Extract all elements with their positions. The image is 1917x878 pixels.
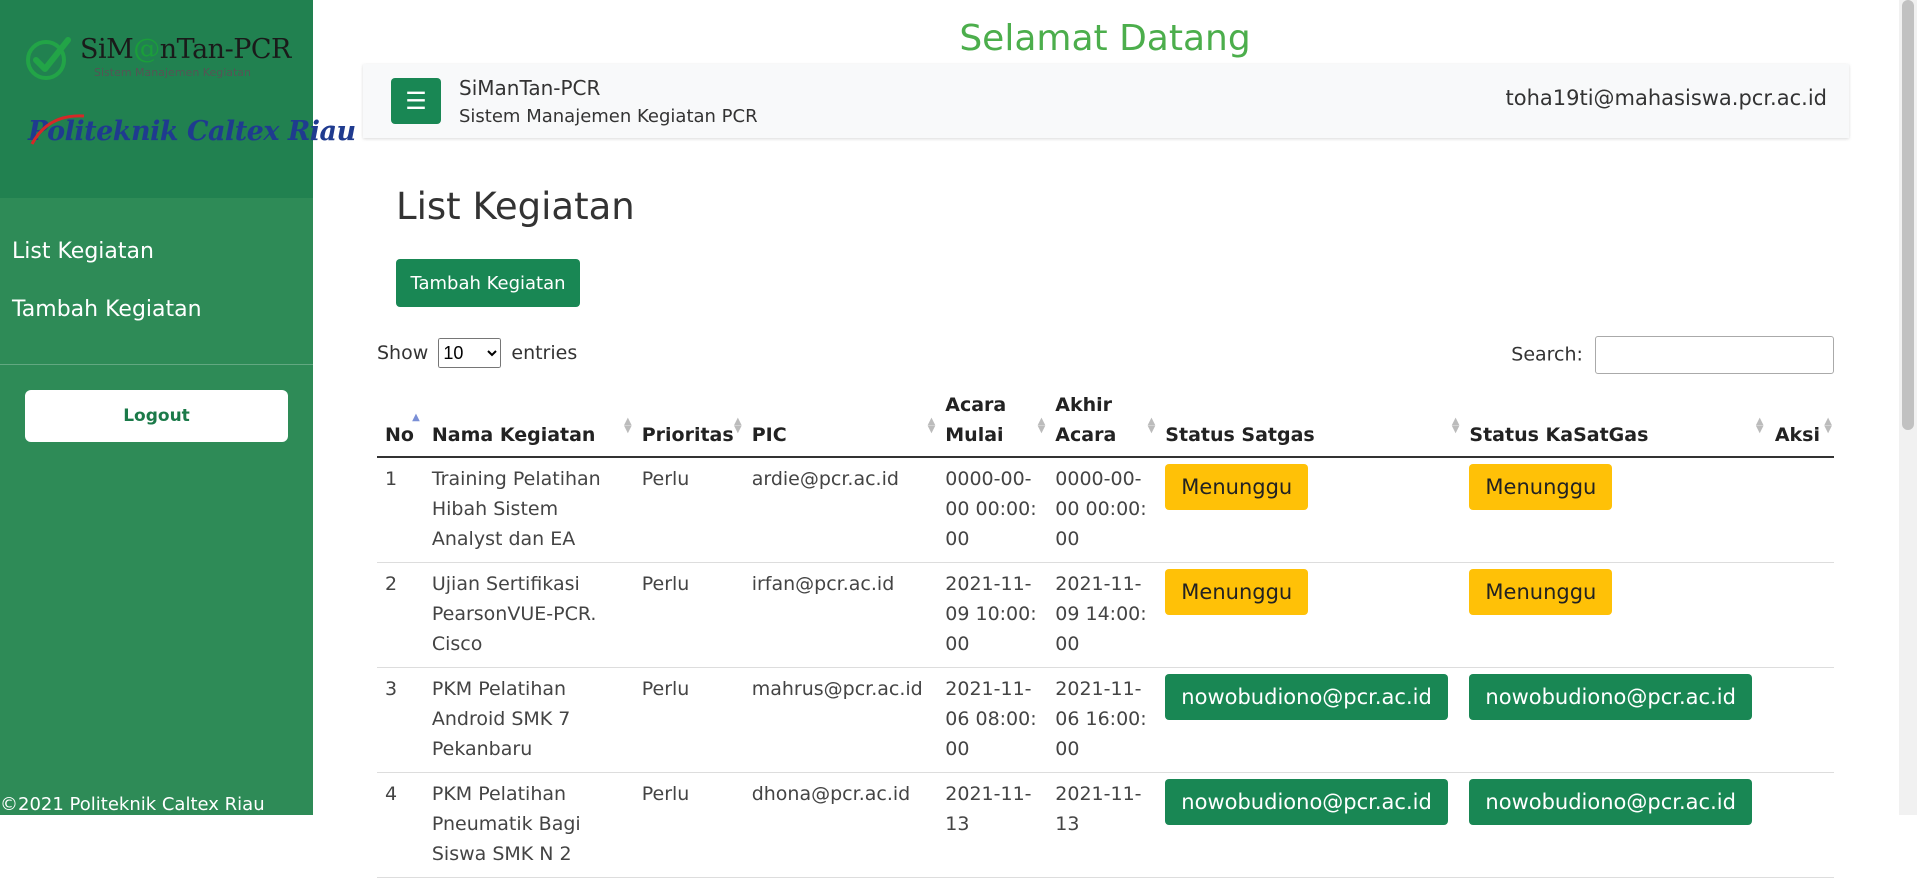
- entries-label: entries: [511, 342, 578, 364]
- cell-pic: dhona@pcr.ac.id: [743, 772, 938, 878]
- cell-no: 2: [377, 562, 424, 668]
- table-row: 4 PKM Pelatihan Pneumatik Bagi Siswa SMK …: [377, 772, 1834, 878]
- cell-akhir-acara: 2021-11-06 16:00:00: [1047, 667, 1158, 773]
- cell-status-kasatgas: Menunggu: [1461, 457, 1766, 563]
- sidebar-item-list-kegiatan[interactable]: List Kegiatan: [0, 233, 313, 291]
- show-label: Show: [377, 342, 429, 364]
- search-control: Search:: [1511, 336, 1834, 374]
- institution-logo: Politeknik Caltex Riau: [28, 114, 356, 147]
- status-badge[interactable]: Menunggu: [1469, 464, 1613, 510]
- column-header-nama[interactable]: Nama Kegiatan ▲ ▼: [423, 390, 634, 458]
- column-header-akhir-acara[interactable]: Akhir Acara ▲ ▼: [1047, 390, 1158, 458]
- status-badge[interactable]: nowobudiono@pcr.ac.id: [1469, 674, 1752, 720]
- welcome-heading: Selamat Datang: [959, 18, 1251, 59]
- sort-icon: ▲ ▼: [1037, 416, 1046, 435]
- cell-nama-kegiatan: Ujian Sertifikasi PearsonVUE-PCR. Cisco: [423, 562, 634, 668]
- status-badge[interactable]: Menunggu: [1469, 569, 1613, 615]
- column-header-status-kasatgas[interactable]: Status KaSatGas ▲ ▼: [1461, 390, 1766, 458]
- cell-nama-kegiatan: Training Pelatihan Hibah Sistem Analyst …: [423, 457, 634, 563]
- sort-icon: ▲ ▼: [1824, 416, 1832, 435]
- scrollbar-thumb[interactable]: [1902, 0, 1914, 430]
- brand-name: SiM@nTan-PCR: [80, 34, 291, 65]
- table-header-row: No ▲ Nama Kegiatan ▲ ▼ Prioritas ▲ ▼ PIC ▲ ▼ Ac…: [377, 390, 1834, 458]
- copyright-text: ©2021 Politeknik Caltex Riau: [0, 794, 265, 815]
- app-subtitle: Sistem Manajemen Kegiatan PCR: [459, 106, 758, 127]
- cell-prioritas: Perlu: [633, 562, 744, 668]
- tambah-kegiatan-button[interactable]: Tambah Kegiatan: [396, 259, 580, 307]
- simantan-logo: SiM@nTan-PCR Sistem Manajemen Kegiatan: [24, 30, 291, 86]
- search-input[interactable]: [1595, 336, 1834, 374]
- page-title: List Kegiatan: [396, 185, 635, 228]
- sort-icon: ▲ ▼: [734, 416, 742, 435]
- column-header-status-satgas[interactable]: Status Satgas ▲ ▼: [1157, 390, 1462, 458]
- table-row: 2 Ujian Sertifikasi PearsonVUE-PCR. Cisco…: [377, 562, 1834, 668]
- cell-aksi: [1765, 562, 1834, 668]
- cell-status-satgas: Menunggu: [1157, 562, 1462, 668]
- cell-akhir-acara: 0000-00-00 00:00:00: [1047, 457, 1158, 563]
- cell-akhir-acara: 2021-11-09 14:00:00: [1047, 562, 1158, 668]
- cell-no: 3: [377, 667, 424, 773]
- cell-status-kasatgas: Menunggu: [1461, 562, 1766, 668]
- column-header-aksi[interactable]: Aksi ▲ ▼: [1765, 390, 1834, 458]
- cell-status-kasatgas: nowobudiono@pcr.ac.id: [1461, 667, 1766, 773]
- kegiatan-table: No ▲ Nama Kegiatan ▲ ▼ Prioritas ▲ ▼ PIC ▲ ▼ Ac…: [377, 390, 1834, 878]
- column-header-no[interactable]: No ▲: [377, 390, 424, 458]
- status-badge[interactable]: nowobudiono@pcr.ac.id: [1165, 674, 1448, 720]
- cell-prioritas: Perlu: [633, 667, 744, 773]
- column-header-pic[interactable]: PIC ▲ ▼: [743, 390, 938, 458]
- cell-acara-mulai: 2021-11-09 10:00:00: [937, 562, 1048, 668]
- cell-nama-kegiatan: PKM Pelatihan Android SMK 7 Pekanbaru: [423, 667, 634, 773]
- cell-no: 1: [377, 457, 424, 563]
- page-scrollbar[interactable]: [1899, 0, 1917, 815]
- cell-pic: mahrus@pcr.ac.id: [743, 667, 938, 773]
- check-icon: [26, 37, 71, 80]
- sidebar: SiM@nTan-PCR Sistem Manajemen Kegiatan P…: [0, 0, 356, 815]
- brand-header: SiM@nTan-PCR Sistem Manajemen Kegiatan P…: [0, 0, 356, 198]
- logout-button[interactable]: Logout: [25, 390, 288, 442]
- cell-acara-mulai: 0000-00-00 00:00:00: [937, 457, 1048, 563]
- cell-no: 4: [377, 772, 424, 878]
- status-badge[interactable]: Menunggu: [1165, 569, 1309, 615]
- sort-asc-icon: ▲: [412, 412, 420, 423]
- sidebar-nav: List Kegiatan Tambah Kegiatan: [0, 233, 313, 349]
- swoosh-icon: [30, 114, 85, 145]
- status-badge[interactable]: nowobudiono@pcr.ac.id: [1469, 779, 1752, 825]
- status-badge[interactable]: nowobudiono@pcr.ac.id: [1165, 779, 1448, 825]
- cell-aksi: [1765, 457, 1834, 563]
- status-badge[interactable]: Menunggu: [1165, 464, 1309, 510]
- top-navbar: ☰ SiManTan-PCR Sistem Manajemen Kegiatan…: [363, 64, 1849, 138]
- brand-tagline: Sistem Manajemen Kegiatan: [94, 66, 252, 79]
- cell-status-satgas: Menunggu: [1157, 457, 1462, 563]
- cell-pic: ardie@pcr.ac.id: [743, 457, 938, 563]
- sort-icon: ▲ ▼: [1147, 416, 1156, 435]
- cell-pic: irfan@pcr.ac.id: [743, 562, 938, 668]
- cell-status-kasatgas: nowobudiono@pcr.ac.id: [1461, 772, 1766, 878]
- entries-length-control: Show 102550100 entries: [377, 338, 577, 368]
- cell-akhir-acara: 2021-11-13: [1047, 772, 1158, 878]
- app-title: SiManTan-PCR: [459, 76, 601, 100]
- sort-icon: ▲ ▼: [927, 416, 936, 435]
- table-row: 1 Training Pelatihan Hibah Sistem Analyst…: [377, 457, 1834, 563]
- table-row: 3 PKM Pelatihan Android SMK 7 Pekanbaru Pe…: [377, 667, 1834, 773]
- entries-select[interactable]: 102550100: [438, 338, 502, 368]
- cell-status-satgas: nowobudiono@pcr.ac.id: [1157, 772, 1462, 878]
- sort-icon: ▲ ▼: [624, 416, 632, 435]
- column-header-acara-mulai[interactable]: Acara Mulai ▲ ▼: [937, 390, 1048, 458]
- user-email[interactable]: toha19ti@mahasiswa.pcr.ac.id: [1505, 86, 1827, 110]
- search-label: Search:: [1511, 343, 1583, 366]
- cell-prioritas: Perlu: [633, 772, 744, 878]
- sidebar-item-tambah-kegiatan[interactable]: Tambah Kegiatan: [0, 291, 313, 349]
- sort-icon: ▲ ▼: [1451, 416, 1460, 435]
- cell-nama-kegiatan: PKM Pelatihan Pneumatik Bagi Siswa SMK N…: [423, 772, 634, 878]
- sort-icon: ▲ ▼: [1755, 416, 1764, 435]
- cell-aksi: [1765, 772, 1834, 878]
- cell-prioritas: Perlu: [633, 457, 744, 563]
- cell-acara-mulai: 2021-11-13: [937, 772, 1048, 878]
- cell-aksi: [1765, 667, 1834, 773]
- cell-acara-mulai: 2021-11-06 08:00:00: [937, 667, 1048, 773]
- cell-status-satgas: nowobudiono@pcr.ac.id: [1157, 667, 1462, 773]
- hamburger-menu-button[interactable]: ☰: [391, 78, 441, 124]
- column-header-prioritas[interactable]: Prioritas ▲ ▼: [633, 390, 744, 458]
- sidebar-divider: [0, 364, 313, 365]
